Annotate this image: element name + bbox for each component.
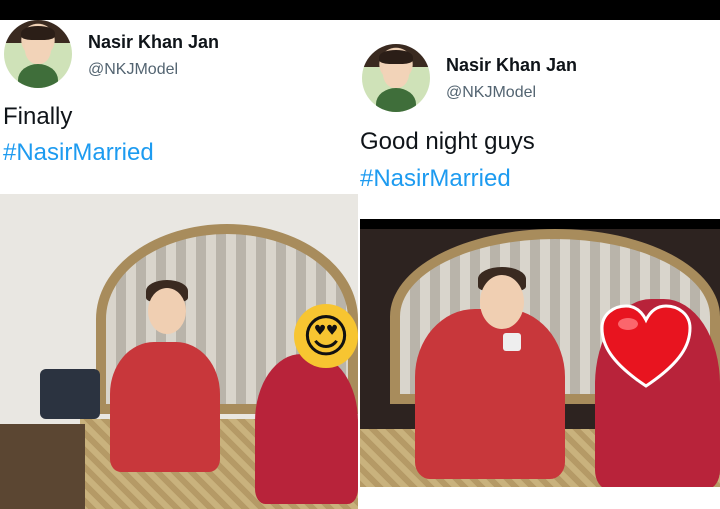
tweet-photo[interactable] bbox=[360, 219, 720, 487]
cup bbox=[503, 333, 521, 351]
groom-head bbox=[148, 288, 186, 334]
avatar[interactable] bbox=[362, 44, 430, 112]
nightstand bbox=[0, 424, 85, 509]
tweet-card-2[interactable]: Nasir Khan Jan @NKJModel Good night guys… bbox=[360, 20, 720, 509]
tweet-text: Finally bbox=[3, 103, 73, 130]
top-black-bar bbox=[0, 0, 720, 20]
groom bbox=[110, 342, 220, 472]
user-name[interactable]: Nasir Khan Jan bbox=[446, 55, 577, 76]
heart-icon bbox=[600, 304, 692, 388]
groom-head bbox=[480, 275, 524, 329]
tweet-card-1[interactable]: Nasir Khan Jan @NKJModel Finally #NasirM… bbox=[0, 20, 360, 509]
hashtag-link[interactable]: #NasirMarried bbox=[360, 165, 511, 193]
user-handle[interactable]: @NKJModel bbox=[88, 61, 178, 79]
groom bbox=[415, 309, 565, 479]
user-handle[interactable]: @NKJModel bbox=[446, 84, 536, 102]
tweet-photo[interactable]: 😍 bbox=[0, 194, 358, 509]
red-heart-emoji bbox=[600, 304, 692, 390]
tweet-text: Good night guys bbox=[360, 128, 535, 155]
handbag bbox=[40, 369, 100, 419]
hashtag-link[interactable]: #NasirMarried bbox=[3, 139, 154, 167]
emoji-glyph: 😍 bbox=[302, 309, 350, 363]
heart-eyes-emoji: 😍 bbox=[294, 304, 358, 368]
user-name[interactable]: Nasir Khan Jan bbox=[88, 32, 219, 53]
bride bbox=[255, 354, 358, 504]
avatar[interactable] bbox=[4, 20, 72, 88]
